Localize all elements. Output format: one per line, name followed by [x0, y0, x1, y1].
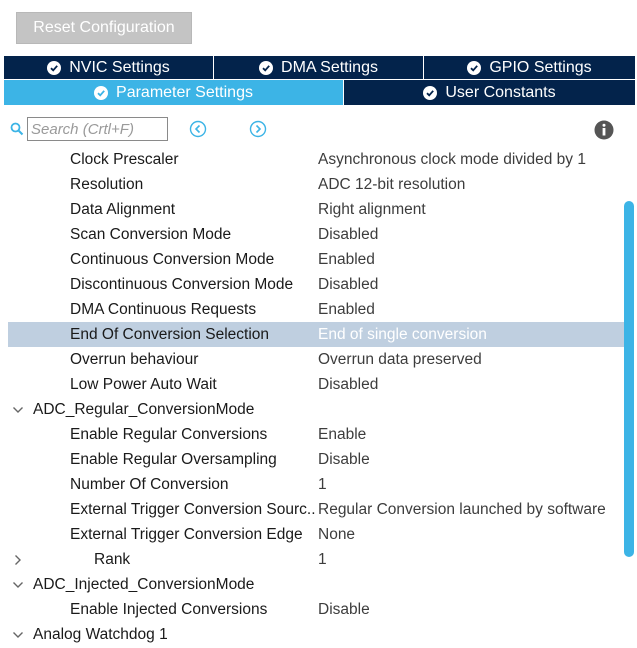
tab-gpio-settings[interactable]: GPIO Settings [424, 56, 635, 79]
param-row-external-trigger-conversion-source[interactable]: External Trigger Conversion Sourc.. Regu… [8, 497, 624, 522]
param-name: Enable Regular Oversampling [70, 450, 277, 468]
param-value[interactable]: ADC 12-bit resolution [318, 176, 465, 194]
param-name: External Trigger Conversion Sourc.. [70, 501, 317, 519]
group-analog-watchdog-1[interactable]: Analog Watchdog 1 [8, 622, 624, 647]
chevron-down-icon[interactable] [12, 629, 24, 641]
param-row-enable-regular-oversampling[interactable]: Enable Regular Oversampling Disable [8, 447, 624, 472]
param-value[interactable]: Right alignment [318, 201, 426, 219]
param-value[interactable]: Disable [318, 451, 370, 469]
param-value[interactable]: None [318, 526, 355, 544]
param-name: DMA Continuous Requests [70, 300, 257, 318]
param-name: Low Power Auto Wait [70, 375, 217, 393]
param-value[interactable]: 1 [318, 551, 327, 569]
param-row-clock-prescaler[interactable]: Clock Prescaler Asynchronous clock mode … [8, 147, 624, 172]
param-row-resolution[interactable]: Resolution ADC 12-bit resolution [8, 172, 624, 197]
param-row-enable-regular-conversions[interactable]: Enable Regular Conversions Enable [8, 422, 624, 447]
check-circle-icon [467, 60, 482, 75]
tabs-row-bottom: Parameter Settings User Constants [4, 80, 635, 105]
param-row-low-power-auto-wait[interactable]: Low Power Auto Wait Disabled [8, 372, 624, 397]
param-value[interactable]: Asynchronous clock mode divided by 1 [318, 151, 586, 169]
param-row-dma-continuous-requests[interactable]: DMA Continuous Requests Enabled [8, 297, 624, 322]
tab-label: User Constants [445, 83, 556, 101]
check-circle-icon [47, 60, 62, 75]
tab-nvic-settings[interactable]: NVIC Settings [4, 56, 214, 79]
param-value[interactable]: Disabled [318, 276, 378, 294]
tabs-row-top: NVIC Settings DMA Settings GPIO Settings [4, 56, 635, 79]
param-value[interactable]: Disable [318, 601, 370, 619]
param-row-data-alignment[interactable]: Data Alignment Right alignment [8, 197, 624, 222]
param-name: Overrun behaviour [70, 350, 199, 368]
truncation-ellipsis: .. [306, 500, 316, 518]
group-adc-injected-conversion-mode[interactable]: ADC_Injected_ConversionMode [8, 572, 624, 597]
param-value[interactable]: End of single conversion [318, 326, 487, 344]
reset-configuration-button[interactable]: Reset Configuration [16, 12, 192, 44]
check-circle-icon [423, 85, 438, 100]
param-name: Enable Regular Conversions [70, 425, 268, 443]
param-value[interactable]: Overrun data preserved [318, 351, 482, 369]
check-circle-icon [259, 60, 274, 75]
next-circle-icon[interactable] [249, 120, 267, 138]
tab-label: NVIC Settings [69, 58, 170, 76]
param-row-end-of-conversion-selection[interactable]: End Of Conversion Selection End of singl… [8, 322, 624, 347]
param-value[interactable]: Disabled [318, 376, 378, 394]
group-label: ADC_Injected_ConversionMode [33, 575, 255, 593]
param-row-overrun-behaviour[interactable]: Overrun behaviour Overrun data preserved [8, 347, 624, 372]
param-row-rank[interactable]: Rank 1 [8, 547, 624, 572]
param-name-text: External Trigger Conversion Sourc [70, 500, 307, 518]
group-label: Analog Watchdog 1 [33, 625, 168, 643]
tab-parameter-settings[interactable]: Parameter Settings [4, 80, 344, 105]
param-name: External Trigger Conversion Edge [70, 525, 303, 543]
prev-circle-icon[interactable] [189, 120, 207, 138]
param-value[interactable]: Disabled [318, 226, 378, 244]
param-name: End Of Conversion Selection [70, 325, 270, 343]
param-row-number-of-conversion[interactable]: Number Of Conversion 1 [8, 472, 624, 497]
vertical-scrollbar[interactable] [624, 147, 635, 648]
chevron-down-icon[interactable] [12, 404, 24, 416]
param-value[interactable]: Enable [318, 426, 366, 444]
chevron-right-icon[interactable] [12, 554, 24, 566]
tab-dma-settings[interactable]: DMA Settings [214, 56, 424, 79]
tab-label: Parameter Settings [116, 83, 253, 101]
group-adc-regular-conversion-mode[interactable]: ADC_Regular_ConversionMode [8, 397, 624, 422]
param-value[interactable]: Regular Conversion launched by software [318, 501, 606, 519]
param-row-discontinuous-conversion-mode[interactable]: Discontinuous Conversion Mode Disabled [8, 272, 624, 297]
param-row-scan-conversion-mode[interactable]: Scan Conversion Mode Disabled [8, 222, 624, 247]
param-name: Number Of Conversion [70, 475, 229, 493]
search-icon[interactable] [10, 122, 24, 136]
param-row-enable-injected-conversions[interactable]: Enable Injected Conversions Disable [8, 597, 624, 622]
search-bar [0, 112, 637, 146]
search-input[interactable] [27, 117, 168, 141]
param-name: Enable Injected Conversions [70, 600, 268, 618]
param-row-external-trigger-conversion-edge[interactable]: External Trigger Conversion Edge None [8, 522, 624, 547]
param-name: Discontinuous Conversion Mode [70, 275, 294, 293]
param-value[interactable]: Enabled [318, 301, 375, 319]
param-name: Scan Conversion Mode [70, 225, 232, 243]
param-name: Rank [94, 550, 131, 568]
scroll-thumb[interactable] [624, 201, 634, 557]
param-value[interactable]: Enabled [318, 251, 375, 269]
param-row-continuous-conversion-mode[interactable]: Continuous Conversion Mode Enabled [8, 247, 624, 272]
param-name: Clock Prescaler [70, 150, 179, 168]
info-icon[interactable] [594, 120, 614, 140]
param-name: Data Alignment [70, 200, 176, 218]
parameter-tree: Clock Prescaler Asynchronous clock mode … [8, 147, 624, 648]
param-name: Resolution [70, 175, 144, 193]
tab-label: GPIO Settings [489, 58, 592, 76]
param-name: Continuous Conversion Mode [70, 250, 275, 268]
param-value[interactable]: 1 [318, 476, 327, 494]
tab-label: DMA Settings [281, 58, 378, 76]
tab-user-constants[interactable]: User Constants [344, 80, 635, 105]
chevron-down-icon[interactable] [12, 579, 24, 591]
group-label: ADC_Regular_ConversionMode [33, 400, 255, 418]
check-circle-icon [94, 85, 109, 100]
